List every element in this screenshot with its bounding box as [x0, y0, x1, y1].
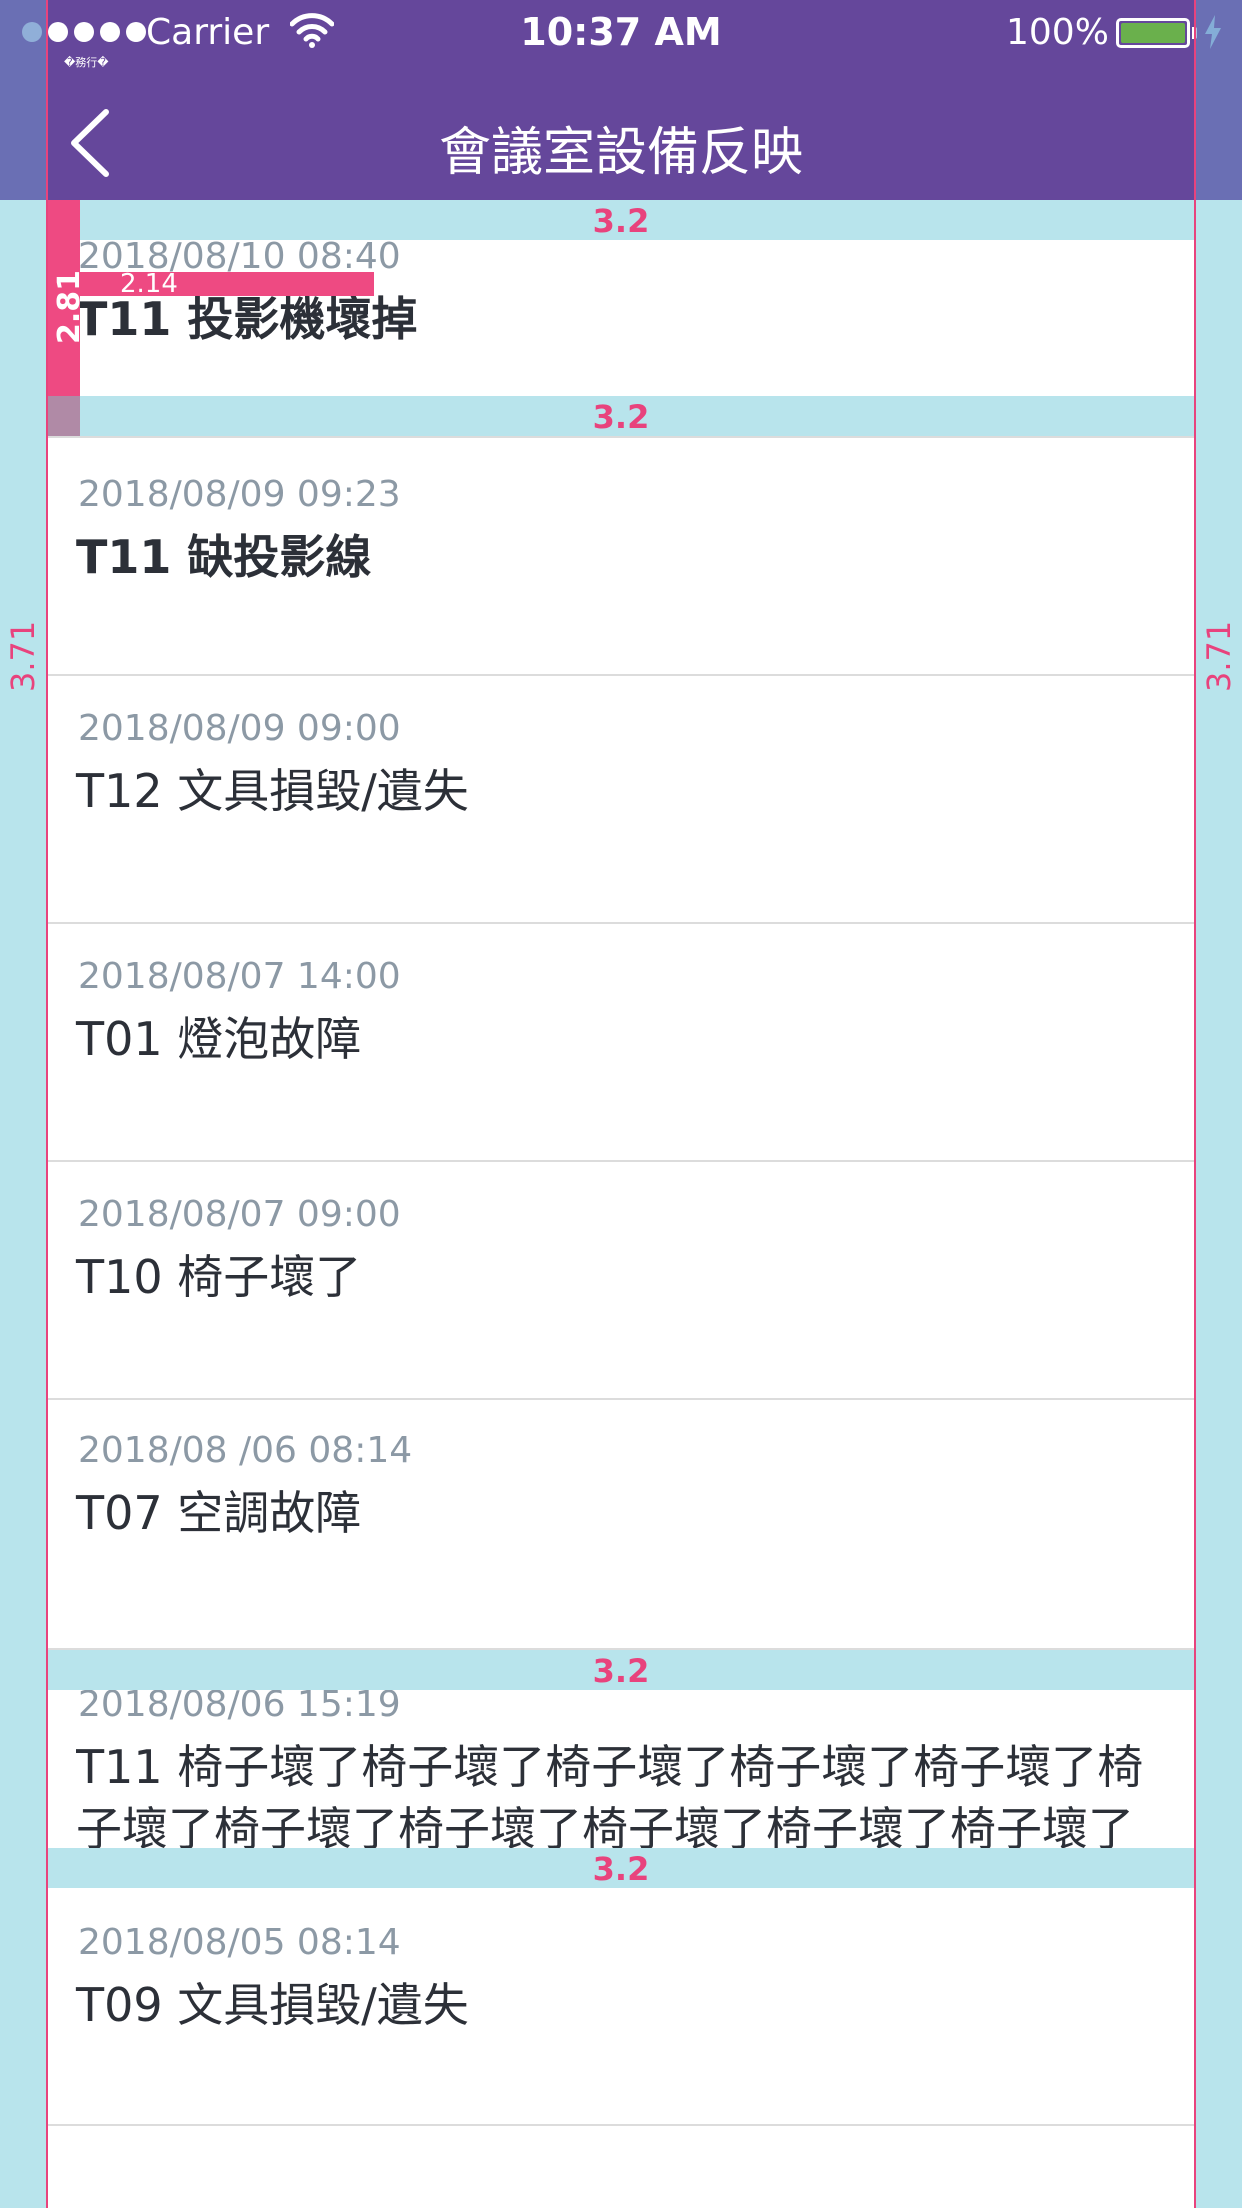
page-title: 會議室設備反映	[438, 123, 803, 183]
item-title: T07 空調故障	[76, 1486, 362, 1540]
item-title: T12 文具損毀/遺失	[76, 764, 469, 818]
item-title: T09 文具損毀/遺失	[76, 1978, 469, 2032]
battery-percentage: 100%	[1006, 12, 1109, 53]
item-date: 2018/08/09 09:00	[78, 708, 401, 749]
left-margin-guide	[0, 0, 46, 2208]
right-guide-line	[1194, 0, 1196, 2208]
spacing-guide: 3.2	[48, 1650, 1194, 1690]
item-date: 2018/08/07 09:00	[78, 1194, 401, 1235]
left-header-guide	[0, 0, 46, 200]
item-title: T01 燈泡故障	[76, 1012, 362, 1066]
item-title: T11 缺投影線	[76, 530, 372, 584]
item-title: T11 椅子壞了椅子壞了椅子壞了椅子壞了椅子壞了椅子壞了椅子壞了椅子壞了椅子壞了…	[76, 1740, 1144, 1856]
left-guide-line	[46, 0, 48, 2208]
list-item[interactable]: 2018/08/07 09:00 T10 椅子壞了	[48, 1162, 1194, 1400]
item-date: 2018/08/05 08:14	[78, 1922, 401, 1963]
spacing-guide: 3.2	[48, 396, 1194, 436]
right-margin-guide	[1196, 0, 1242, 2208]
right-margin-label: 3.71	[1200, 620, 1238, 692]
left-margin-label: 3.71	[4, 620, 42, 692]
marker-overlap	[48, 396, 80, 436]
item-title: T10 椅子壞了	[76, 1250, 362, 1304]
battery-icon	[1116, 18, 1190, 48]
list-item[interactable]: 2018/08/07 14:00 T01 燈泡故障	[48, 924, 1194, 1162]
item-date: 2018/08/07 14:00	[78, 956, 401, 997]
right-header-guide	[1196, 0, 1242, 200]
status-bar: Carrier 10:37 AM 100% �務行�	[0, 0, 1242, 69]
width-marker: 2.14	[80, 271, 374, 297]
item-date: 2018/08 /06 08:14	[78, 1430, 413, 1471]
item-title: T11 投影機壞掉	[76, 292, 418, 346]
list-item[interactable]: 2018/08 /06 08:14 T07 空調故障	[48, 1400, 1194, 1650]
spacing-guide: 3.2	[48, 1848, 1194, 1888]
item-date: 2018/08/06 15:19	[78, 1684, 401, 1725]
spacing-guide: 3.2	[48, 200, 1194, 240]
list-item[interactable]: 2018/08/05 08:14 T09 文具損毀/遺失	[48, 1888, 1194, 2126]
list-item[interactable]: 2018/08/09 09:23 T11 缺投影線	[48, 438, 1194, 676]
item-date: 2018/08/09 09:23	[78, 474, 401, 515]
navigation-bar: 會議室設備反映	[0, 68, 1242, 200]
list-item[interactable]: 2018/08/09 09:00 T12 文具損毀/遺失	[48, 676, 1194, 924]
